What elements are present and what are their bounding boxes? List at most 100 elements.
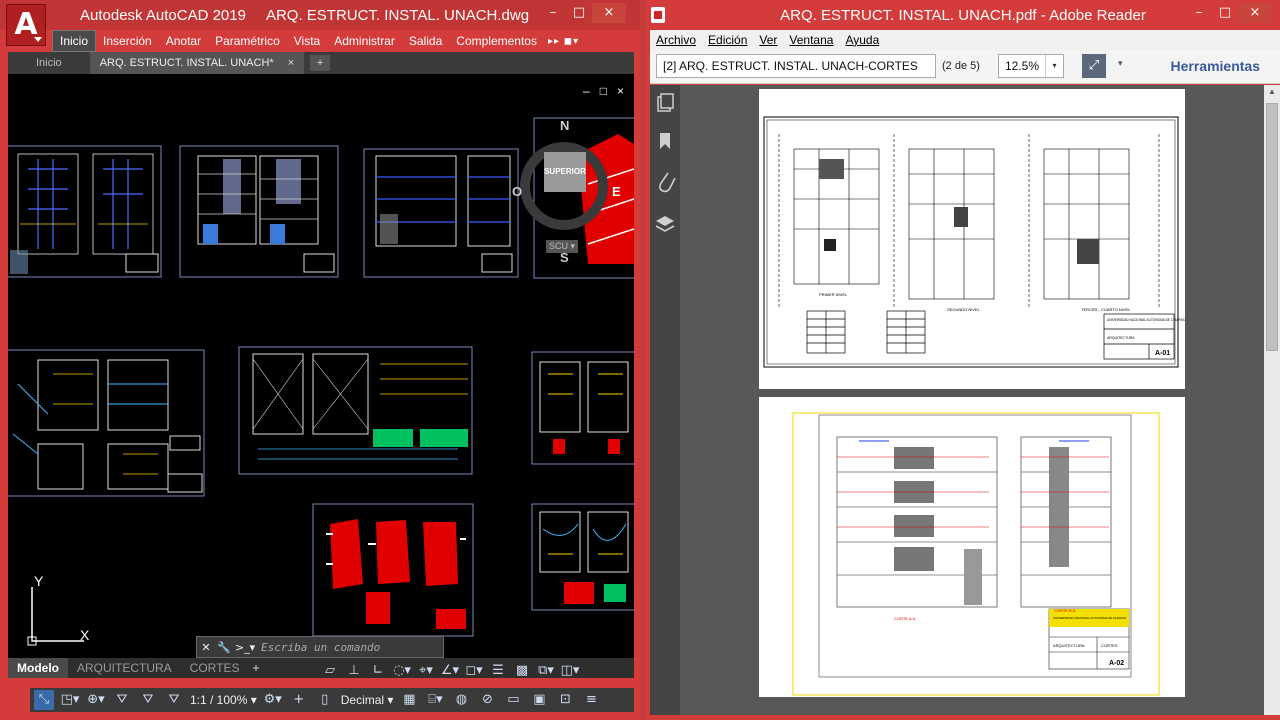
status1-button-0[interactable]: ▱ (320, 661, 340, 681)
chevron-down-icon[interactable]: ▾ (1045, 55, 1063, 77)
status1-button-9[interactable]: ⧉▾ (536, 661, 556, 681)
menu-edicion[interactable]: Edición (702, 33, 753, 47)
attachment-icon[interactable] (659, 172, 676, 193)
toolbar-overflow-icon[interactable]: ▾ (1118, 59, 1123, 69)
status2-button-3[interactable]: ⛛ (112, 690, 132, 710)
status2-button-12[interactable]: ⌸▾ (425, 690, 445, 710)
page2-discipline: ARQUITECTURA (1053, 643, 1085, 648)
document-title: ARQ. ESTRUCT. INSTAL. UNACH.dwg (265, 7, 530, 24)
status2-button-17[interactable]: ⊡ (555, 690, 575, 710)
compass-north[interactable]: N (560, 118, 569, 133)
tab-active-drawing[interactable]: ARQ. ESTRUCT. INSTAL. UNACH* × (89, 52, 305, 74)
scroll-up-icon[interactable]: ▲ (1268, 87, 1276, 96)
ribbon-tab-administrar[interactable]: Administrar (327, 31, 402, 51)
status1-button-8[interactable]: ▩ (512, 661, 532, 681)
page1-label-2: SEGUNDO NIVEL (947, 307, 981, 312)
vertical-scrollbar[interactable]: ▲ (1264, 85, 1280, 715)
scrollbar-thumb[interactable] (1266, 103, 1278, 351)
tools-button[interactable]: Herramientas (1171, 58, 1261, 74)
compass-west[interactable]: O (512, 184, 522, 199)
status2-button-13[interactable]: ◍ (451, 690, 471, 710)
ribbon-tab-anotar[interactable]: Anotar (159, 31, 208, 51)
close-icon[interactable]: × (288, 57, 294, 69)
reader-menubar: Archivo Edición Ver Ventana Ayuda (650, 30, 1280, 50)
status2-button-11[interactable]: ▦ (399, 690, 419, 710)
bookmark-name-field[interactable]: [2] ARQ. ESTRUCT. INSTAL. UNACH-CORTES (656, 54, 936, 78)
new-tab-button[interactable]: + (310, 55, 331, 71)
status2-button-5[interactable]: ⛛ (164, 690, 184, 710)
menu-ventana[interactable]: Ventana (783, 33, 839, 47)
tab-cortes[interactable]: CORTES (181, 658, 249, 678)
status2-button-14[interactable]: ⊘ (477, 690, 497, 710)
viewcube[interactable]: N S O E SUPERIOR SCU ▾ (512, 118, 621, 265)
zoom-field[interactable]: 12.5% ▾ (998, 54, 1064, 78)
status2-button-0[interactable]: ⤡ (34, 690, 54, 710)
bookmark-icon[interactable] (660, 133, 670, 149)
add-layout-button[interactable]: + (248, 658, 263, 678)
ribbon-more-button[interactable]: ▸▸ ◼▾ (548, 36, 579, 47)
maximize-button[interactable]: □ (1212, 3, 1238, 23)
close-button[interactable]: × (592, 3, 626, 23)
autocad-app-menu-button[interactable]: A (6, 4, 46, 46)
command-input[interactable]: Escriba un comando (261, 641, 380, 654)
ribbon-tab-vista[interactable]: Vista (287, 31, 327, 51)
menu-archivo[interactable]: Archivo (650, 33, 702, 47)
ribbon-tab-complementos[interactable]: Complementos (449, 31, 544, 51)
status1-button-6[interactable]: ◻▾ (464, 661, 484, 681)
minimize-button[interactable]: – (540, 3, 566, 23)
tab-modelo[interactable]: Modelo (8, 658, 68, 678)
ribbon-tab-parametrico[interactable]: Paramétrico (208, 31, 287, 51)
status2-button-7[interactable]: ⚙▾ (263, 690, 283, 710)
status1-button-4[interactable]: ⌖▾ (416, 661, 436, 681)
pdf-page-2: CORTE A-A CORTE B-B UNIVERSIDAD NACIONAL… (759, 397, 1185, 697)
pages-icon[interactable] (657, 93, 674, 112)
close-button[interactable]: × (1238, 3, 1272, 23)
menu-ayuda[interactable]: Ayuda (839, 33, 885, 47)
ucs-menu[interactable]: SCU ▾ (546, 240, 579, 253)
maximize-button[interactable]: □ (566, 3, 592, 23)
status1-button-2[interactable]: ∟ (368, 661, 388, 681)
fullscreen-icon[interactable]: ⤢ (1082, 54, 1106, 78)
status1-button-3[interactable]: ◌▾ (392, 661, 412, 681)
status2-button-18[interactable]: ≡ (581, 690, 601, 710)
tab-start[interactable]: Inicio (8, 52, 90, 74)
status2-button-1[interactable]: ◳▾ (60, 690, 80, 710)
compass-east[interactable]: E (612, 184, 621, 199)
pdf-page-1: PRIMER NIVEL SEGUNDO NIVEL TERCER - CUAR… (759, 89, 1185, 389)
page-1-drawing: PRIMER NIVEL SEGUNDO NIVEL TERCER - CUAR… (763, 116, 1185, 368)
status2-button-8[interactable]: + (289, 690, 309, 710)
status2-button-16[interactable]: ▣ (529, 690, 549, 710)
tab-arquitectura[interactable]: ARQUITECTURA (68, 658, 181, 678)
document-tabs: Inicio ARQ. ESTRUCT. INSTAL. UNACH* × + (8, 52, 634, 74)
page1-sheet-id: A-01 (1155, 350, 1170, 357)
status2-button-6[interactable]: 1:1 / 100% ▾ (190, 690, 257, 710)
menu-ver[interactable]: Ver (753, 33, 783, 47)
sidebar-icons (655, 93, 676, 232)
page2-label-2: CORTE B-B (1054, 608, 1076, 613)
minimize-button[interactable]: – (1186, 3, 1212, 23)
status2-button-10[interactable]: Decimal ▾ (341, 690, 394, 710)
document-view[interactable]: PRIMER NIVEL SEGUNDO NIVEL TERCER - CUAR… (680, 85, 1264, 715)
ribbon-tab-salida[interactable]: Salida (402, 31, 449, 51)
status2-button-4[interactable]: ⛛ (138, 690, 158, 710)
reader-window-controls: – □ × (1186, 3, 1272, 23)
command-line: ✕ 🔧 >_▾ Escriba un comando (196, 636, 444, 658)
status1-button-7[interactable]: ☰ (488, 661, 508, 681)
status2-button-2[interactable]: ⊕▾ (86, 690, 106, 710)
command-prompt-icon[interactable]: >_▾ (233, 641, 257, 654)
reader-window: ARQ. ESTRUCT. INSTAL. UNACH.pdf - Adobe … (646, 0, 1280, 720)
close-icon[interactable]: ✕ (197, 641, 215, 654)
status1-button-1[interactable]: ⊥ (344, 661, 364, 681)
ribbon-tab-insercion[interactable]: Inserción (96, 31, 159, 51)
page-counter: (2 de 5) (942, 60, 980, 72)
page2-org: UNIVERSIDAD NACIONAL AUTONOMA DE CHIAPAS (1053, 616, 1126, 620)
wrench-icon[interactable]: 🔧 (215, 641, 233, 654)
layers-icon[interactable] (655, 216, 675, 232)
status1-button-5[interactable]: ∠▾ (440, 661, 460, 681)
viewcube-top-face[interactable]: SUPERIOR (544, 152, 586, 192)
status2-button-9[interactable]: ▯ (315, 690, 335, 710)
status1-button-10[interactable]: ◫▾ (560, 661, 580, 681)
ribbon-tab-inicio[interactable]: Inicio (52, 30, 97, 52)
drawing-canvas[interactable]: – □ × N S O E SUPERIOR SCU ▾ Y X (8, 74, 634, 658)
status2-button-15[interactable]: ▭ (503, 690, 523, 710)
